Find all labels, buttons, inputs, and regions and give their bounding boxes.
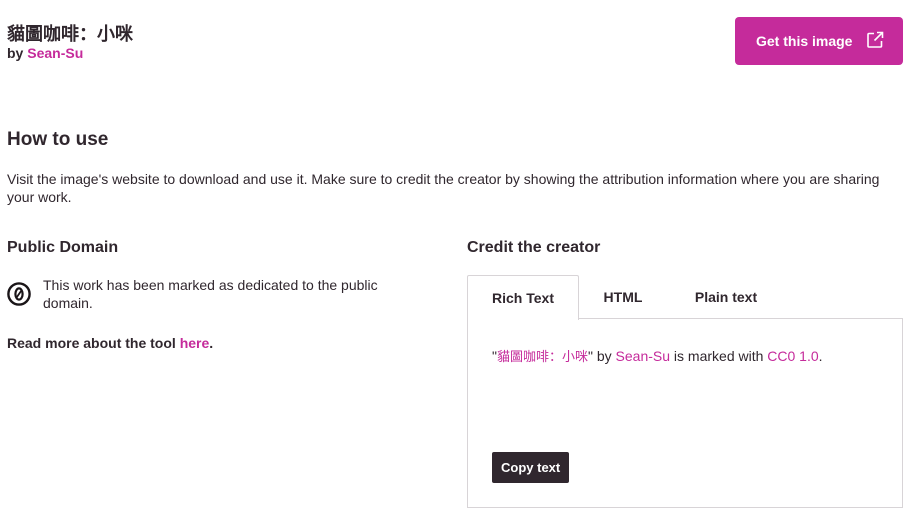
read-more-link[interactable]: here (180, 335, 210, 351)
external-link-icon (867, 31, 884, 48)
license-description: This work has been marked as dedicated t… (43, 277, 378, 311)
attribution-creator-link[interactable]: Sean-Su (616, 348, 670, 364)
get-image-button[interactable]: Get this image (735, 17, 903, 65)
read-more: Read more about the tool here. (7, 335, 213, 351)
attribution-title-link[interactable]: 貓圖咖啡：小咪 (497, 350, 588, 365)
read-more-suffix: . (209, 335, 214, 351)
attribution-marked-with: is marked with (670, 348, 768, 364)
copy-text-button[interactable]: Copy text (492, 452, 570, 483)
credit-panel: "貓圖咖啡：小咪" by Sean-Su is marked with CC0 … (467, 318, 903, 508)
creator-link[interactable]: Sean-Su (27, 45, 83, 61)
cc0-icon (7, 282, 31, 306)
attribution-license-link[interactable]: CC0 1.0 (767, 348, 818, 364)
how-to-use-heading: How to use (7, 129, 109, 150)
how-to-use-text: Visit the image's website to download an… (7, 171, 880, 205)
byline: by Sean-Su (7, 45, 83, 61)
read-more-prefix: Read more about the tool (7, 335, 176, 351)
license-heading: Public Domain (7, 239, 119, 256)
tab-plain-text[interactable]: Plain text (677, 275, 775, 319)
tab-html[interactable]: HTML (579, 275, 667, 319)
tab-rich-text[interactable]: Rich Text (467, 275, 579, 320)
page: 貓圖咖啡：小咪 by Sean-Su Get this image How to… (0, 0, 916, 520)
attribution-by: " by (588, 348, 616, 364)
credit-heading: Credit the creator (467, 239, 601, 256)
attribution-end: . (818, 348, 823, 364)
by-prefix: by (7, 45, 24, 61)
attribution-text: "貓圖咖啡：小咪" by Sean-Su is marked with CC0 … (492, 346, 823, 365)
get-image-label: Get this image (756, 33, 853, 49)
image-title: 貓圖咖啡：小咪 (7, 24, 133, 45)
